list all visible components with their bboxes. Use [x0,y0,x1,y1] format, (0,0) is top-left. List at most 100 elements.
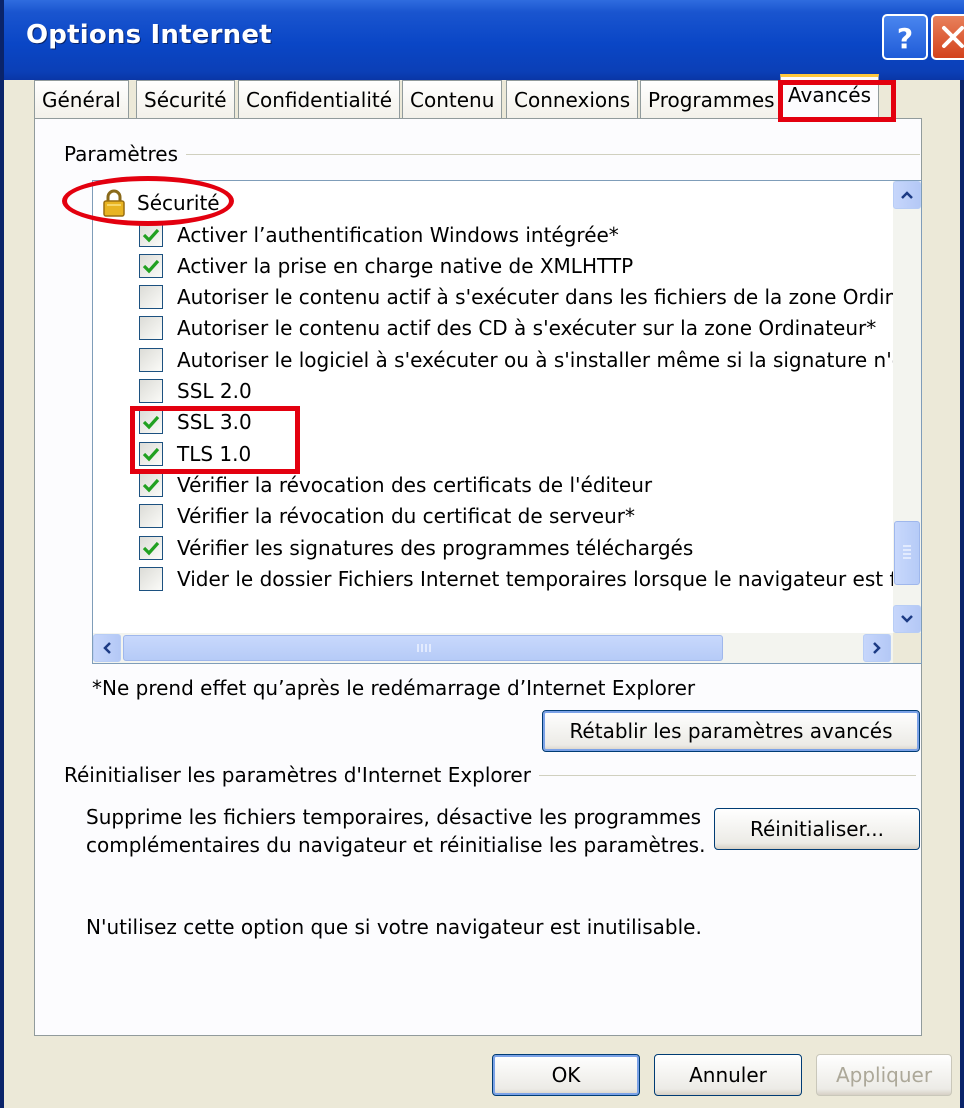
horizontal-scrollbar[interactable] [93,633,893,663]
settings-list-viewport: Sécurité Activer l’authentification Wind… [93,181,893,633]
close-icon [942,26,964,48]
ok-button[interactable]: OK [492,1054,640,1096]
svg-text:?: ? [897,22,913,52]
chevron-down-icon [901,615,913,623]
tab-general[interactable]: Général [34,80,129,118]
setting-item[interactable]: SSL 2.0 [139,376,252,407]
reset-button[interactable]: Réinitialiser... [714,808,920,850]
vertical-scroll-thumb[interactable] [894,521,920,585]
settings-group-label: Paramètres [64,142,187,166]
setting-item[interactable]: TLS 1.0 [139,438,251,469]
tab-securite[interactable]: Sécurité [136,80,235,118]
checkbox-checked[interactable] [139,410,163,435]
tab-avances[interactable]: Avancés [780,74,879,120]
chevron-right-icon [873,642,881,654]
category-securite: Sécurité [101,187,220,218]
horizontal-scroll-thumb[interactable] [123,635,723,661]
setting-item[interactable]: Autoriser le logiciel à s'exécuter ou à … [139,344,893,375]
setting-label: Autoriser le contenu actif à s'exécuter … [177,285,893,310]
setting-item[interactable]: Vider le dossier Fichiers Internet tempo… [139,563,893,594]
button-label: Annuler [689,1063,767,1087]
setting-label: Activer l’authentification Windows intég… [177,222,619,247]
setting-item[interactable]: Autoriser le contenu actif à s'exécuter … [139,282,893,313]
reset-description-line2: complémentaires du navigateur et réiniti… [86,833,706,857]
checkmark-icon [142,259,160,274]
checkbox-unchecked[interactable] [139,316,163,341]
checkbox-checked[interactable] [139,253,163,278]
checkmark-icon [142,416,160,430]
setting-label: Vérifier la révocation du certificat de … [177,504,635,529]
title-bar[interactable]: Options Internet ? [4,0,964,80]
group-divider [64,154,920,155]
checkmark-icon [142,478,160,493]
setting-label: Activer la prise en charge native de XML… [177,253,634,278]
tab-label: Général [42,88,121,112]
checkbox-unchecked[interactable] [139,379,163,403]
checkmark-icon [142,541,160,555]
reset-group-label: Réinitialiser les paramètres d'Internet … [64,763,539,787]
scrollbar-corner [893,633,921,663]
scroll-left-button[interactable] [93,634,121,662]
checkbox-checked[interactable] [139,441,163,466]
internet-options-dialog: Options Internet ? Général Sécurité Conf… [0,0,964,1108]
close-button[interactable] [931,14,964,60]
checkbox-unchecked[interactable] [139,566,163,591]
checkbox-checked[interactable] [139,535,163,560]
button-label: Réinitialiser... [749,817,885,841]
setting-label: Autoriser le contenu actif des CD à s'ex… [177,316,877,341]
checkbox-unchecked[interactable] [139,347,163,372]
button-label: Rétablir les paramètres avancés [569,719,893,743]
setting-item[interactable]: SSL 3.0 [139,407,252,438]
tab-label: Sécurité [144,88,227,112]
chevron-up-icon [901,191,913,199]
reset-description-line1: Supprime les fichiers temporaires, désac… [86,805,702,829]
setting-label: SSL 2.0 [177,379,252,403]
checkbox-checked[interactable] [139,222,163,247]
setting-item[interactable]: Vérifier la révocation du certificat de … [139,501,635,532]
scroll-right-button[interactable] [863,634,891,662]
apply-button[interactable]: Appliquer [816,1054,952,1096]
tab-contenu[interactable]: Contenu [402,80,503,118]
button-label: OK [551,1063,581,1087]
setting-item[interactable]: Vérifier les signatures des programmes t… [139,532,693,563]
setting-label: SSL 3.0 [177,410,252,435]
button-label: Appliquer [835,1063,933,1087]
checkmark-icon [142,447,160,461]
grip-icon [417,644,431,652]
tab-label: Confidentialité [246,88,393,112]
tab-programmes[interactable]: Programmes [640,80,783,118]
tab-label: Avancés [788,83,871,107]
vertical-scrollbar[interactable] [893,181,921,633]
setting-item[interactable]: Activer la prise en charge native de XML… [139,250,633,281]
grip-icon [903,545,911,559]
chevron-left-icon [103,642,111,654]
lock-icon [101,189,127,217]
advanced-settings-list[interactable]: Sécurité Activer l’authentification Wind… [92,180,922,664]
setting-label: Vider le dossier Fichiers Internet tempo… [177,566,893,591]
scroll-up-button[interactable] [893,181,921,209]
tab-label: Contenu [410,88,495,112]
checkbox-unchecked[interactable] [139,504,163,529]
setting-item[interactable]: Vérifier la révocation des certificats d… [139,469,652,500]
setting-label: TLS 1.0 [177,441,252,466]
category-label: Sécurité [137,190,220,215]
checkmark-icon [142,228,160,242]
restart-footnote: *Ne prend effet qu’après le redémarrage … [92,676,696,700]
checkbox-unchecked[interactable] [139,285,163,310]
reset-note: N'utilisez cette option que si votre nav… [86,915,702,939]
tab-label: Programmes [648,88,775,112]
checkbox-checked[interactable] [139,472,163,497]
setting-item[interactable]: Autoriser le contenu actif des CD à s'ex… [139,313,876,344]
tab-label: Connexions [514,88,631,112]
help-button[interactable]: ? [882,14,928,60]
restore-advanced-settings-button[interactable]: Rétablir les paramètres avancés [542,710,920,752]
setting-label: Vérifier la révocation des certificats d… [177,472,653,497]
setting-label: Vérifier les signatures des programmes t… [177,535,694,560]
scroll-down-button[interactable] [893,605,921,633]
cancel-button[interactable]: Annuler [654,1054,802,1096]
tab-connexions[interactable]: Connexions [506,80,639,118]
tab-confidentialite[interactable]: Confidentialité [238,80,401,118]
setting-label: Autoriser le logiciel à s'exécuter ou à … [177,347,893,372]
setting-item[interactable]: Activer l’authentification Windows intég… [139,219,619,250]
help-icon: ? [897,22,913,52]
